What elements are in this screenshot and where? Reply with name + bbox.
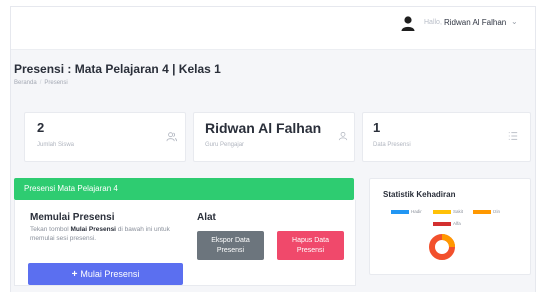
- user-greeting: Hallo,: [424, 19, 442, 26]
- stat-teacher-label: Guru Pengajar: [205, 142, 245, 148]
- attendance-donut-chart: [429, 234, 455, 260]
- start-attendance-title: Memulai Presensi: [30, 212, 115, 223]
- top-navbar: [11, 7, 535, 50]
- stat-card-students: [24, 112, 186, 162]
- breadcrumb-home-link[interactable]: Beranda: [14, 80, 37, 86]
- breadcrumb-separator: /: [39, 80, 42, 86]
- list-icon: [508, 132, 518, 140]
- stat-attendance-value: 1: [373, 120, 381, 135]
- stat-students-value: 2: [37, 120, 45, 135]
- legend-label-sakit: Sakit: [453, 209, 464, 214]
- legend-swatch-sakit: [433, 210, 451, 214]
- user-menu-name[interactable]: Ridwan Al Falhan: [444, 18, 506, 27]
- attendance-panel-header: Presensi Mata Pelajaran 4: [14, 178, 354, 200]
- legend-label-hadir: Hadir: [411, 209, 422, 214]
- start-attendance-button[interactable]: + Mulai Presensi: [28, 263, 183, 285]
- legend-swatch-hadir: [391, 210, 409, 214]
- start-attendance-description: Tekan tombol Mulai Presensi di bawah ini…: [30, 226, 170, 242]
- breadcrumb: Beranda / Presensi: [14, 80, 68, 86]
- stat-card-attendance: [362, 112, 531, 162]
- export-attendance-button[interactable]: Ekspor Data Presensi: [197, 231, 264, 260]
- delete-attendance-button[interactable]: Hapus Data Presensi: [277, 231, 344, 260]
- stat-attendance-label: Data Presensi: [373, 142, 411, 148]
- legend-swatch-izin: [473, 210, 491, 214]
- stat-students-label: Jumlah Siswa: [37, 142, 75, 148]
- page-title: Presensi : Mata Pelajaran 4 | Kelas 1: [14, 62, 221, 76]
- plus-icon: +: [71, 268, 78, 280]
- chevron-down-icon[interactable]: ⌄: [511, 17, 518, 26]
- stat-teacher-value: Ridwan Al Falhan: [205, 120, 322, 136]
- legend-swatch-alfa: [433, 222, 451, 226]
- statistics-title: Statistik Kehadiran: [383, 190, 456, 199]
- user-avatar-icon[interactable]: [400, 15, 416, 31]
- tools-title: Alat: [197, 212, 216, 223]
- start-attendance-button-label: Mulai Presensi: [80, 269, 140, 279]
- legend-label-izin: Izin: [493, 209, 501, 214]
- users-icon: [166, 132, 177, 142]
- attendance-panel-title: Presensi Mata Pelajaran 4: [24, 184, 118, 193]
- legend-label-alfa: Alfa: [453, 221, 461, 226]
- user-icon: [338, 131, 348, 141]
- breadcrumb-current: Presensi: [44, 80, 68, 86]
